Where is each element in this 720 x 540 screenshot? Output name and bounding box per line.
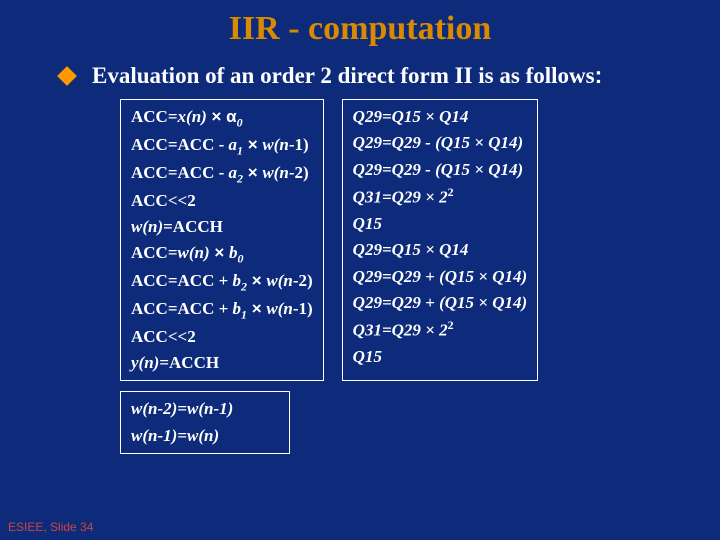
r-r6: Q29=Q29 + (Q15 × Q14) — [353, 264, 528, 290]
l-r7: ACC=ACC + b1 × w(n-1) — [131, 296, 313, 324]
r-r5: Q29=Q15 × Q14 — [353, 237, 528, 263]
r-r7: Q29=Q29 + (Q15 × Q14) — [353, 290, 528, 316]
r-r9: Q15 — [353, 344, 528, 370]
l-r9: y(n)=ACCH — [131, 350, 313, 376]
l-r0: ACC=x(n) × α0 — [131, 104, 313, 132]
bullet-colon: : — [595, 62, 603, 88]
l-r8: ACC<<2 — [131, 324, 313, 350]
slide-title: IIR - computation — [0, 0, 720, 48]
bullet-text: Evaluation of an order 2 direct form II … — [92, 62, 602, 89]
bullet-label: Evaluation of an order 2 direct form II … — [92, 63, 595, 88]
l-r3: ACC<<2 — [131, 188, 313, 214]
l-r6: ACC=ACC + b2 × w(n-2) — [131, 268, 313, 296]
r-r2: Q29=Q29 - (Q15 × Q14) — [353, 157, 528, 183]
right-box: Q29=Q15 × Q14 Q29=Q29 - (Q15 × Q14) Q29=… — [342, 99, 539, 381]
diamond-icon — [57, 66, 77, 86]
bullet-row: Evaluation of an order 2 direct form II … — [60, 62, 720, 89]
b-r0: w(n-2)=w(n-1) — [131, 396, 279, 422]
footer: ESIEE, Slide 34 — [8, 520, 93, 534]
b-r1: w(n-1)=w(n) — [131, 423, 279, 449]
bottom-box: w(n-2)=w(n-1) w(n-1)=w(n) — [120, 391, 290, 454]
l-r4: w(n)=ACCH — [131, 214, 313, 240]
r-r0: Q29=Q15 × Q14 — [353, 104, 528, 130]
l-r5: ACC=w(n) × b0 — [131, 240, 313, 268]
r-r4: Q15 — [353, 211, 528, 237]
content-row: ACC=x(n) × α0 ACC=ACC - a1 × w(n-1) ACC=… — [120, 99, 720, 381]
l-r1: ACC=ACC - a1 × w(n-1) — [131, 132, 313, 160]
left-box: ACC=x(n) × α0 ACC=ACC - a1 × w(n-1) ACC=… — [120, 99, 324, 381]
r-r3: Q31=Q29 × 22 — [353, 183, 528, 211]
r-r8: Q31=Q29 × 22 — [353, 316, 528, 344]
r-r1: Q29=Q29 - (Q15 × Q14) — [353, 130, 528, 156]
l-r2: ACC=ACC - a2 × w(n-2) — [131, 160, 313, 188]
